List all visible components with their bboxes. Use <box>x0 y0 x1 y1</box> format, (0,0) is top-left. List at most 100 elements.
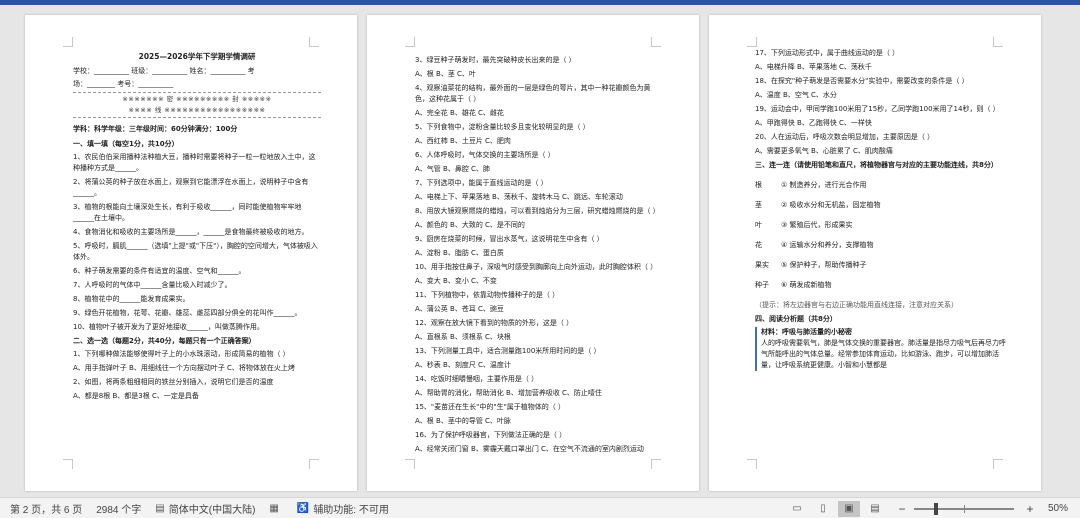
answer-options: A、颜色的 B、大致的 C、是不同的 <box>415 221 525 229</box>
match-organ: 叶 <box>755 221 762 229</box>
match-organ: 茎 <box>755 201 762 209</box>
question-item: 8、植物花中的______能发育成果实。 <box>73 295 190 303</box>
language-label: 简体中文(中国大陆) <box>168 504 256 516</box>
macro-status[interactable]: ▦ <box>269 503 282 514</box>
question-item: 14、吃饭时细嚼慢咽，主要作用是（ ） <box>415 375 539 383</box>
match-function: ② 吸收水分和无机盐，固定植物 <box>781 201 881 209</box>
question-item: 13、下列测量工具中，适合测量跑100米所用时间的是（ ） <box>415 347 601 355</box>
zoom-out-button[interactable]: − <box>896 502 908 516</box>
answer-options: A、电梯升降 B、苹果落地 C、荡秋千 <box>755 63 872 71</box>
reading-material: 材料：呼吸与肺活量的小秘密 人的呼吸需要氧气，肺是气体交换的重要器官。肺活量是指… <box>755 327 1011 371</box>
page-corner-mark <box>993 459 1003 469</box>
question-item: 2、如图，将两条粗细相同的铁丝分别插入，说明它们是否的温度 <box>73 378 274 386</box>
answer-options: A、直根系 B、须根系 C、块根 <box>415 333 511 341</box>
page-1-content: 2025—2026学年下学期学情调研 学校：__________ 班级：____… <box>73 45 321 405</box>
zoom-slider-thumb[interactable] <box>934 502 939 515</box>
answer-options: A、蒲公英 B、苍耳 C、豌豆 <box>415 305 504 313</box>
page-corner-mark <box>747 37 757 47</box>
question-item: 9、绿色开花植物，花萼、花瓣、雄蕊、雌蕊四部分俱全的花叫作______。 <box>73 309 302 317</box>
match-row: 茎 ② 吸收水分和无机盐，固定植物 <box>755 200 1011 211</box>
answer-options: A、秒表 B、刻度尺 C、温度计 <box>415 361 511 369</box>
word-count-status[interactable]: 2984 个字 <box>96 501 141 516</box>
question-item: 1、下列哪种做法能够使得叶子上的小水珠滚动，形成简易的植物（ ） <box>73 350 290 358</box>
question-item: 6、种子萌发需要的条件有适宜的温度、空气和______。 <box>73 267 246 275</box>
match-row: 根 ① 制造养分，进行光合作用 <box>755 180 1011 191</box>
accessibility-status[interactable]: ♿ 辅助功能: 不可用 <box>297 501 389 516</box>
section-heading: 三、连一连（请使用铅笔和直尺，将植物器官与对应的主要功能连线，共8分） <box>755 161 998 169</box>
status-bar: 第 2 页，共 6 页 2984 个字 ▤ 简体中文(中国大陆) ▦ ♿ 辅助功… <box>0 497 1080 518</box>
question-item: 4、食物消化和吸收的主要场所是______，______是食物最终被吸收的地方。 <box>73 228 309 236</box>
answer-options: A、帮助胃的消化，帮助消化 B、增加营养吸收 C、防止噎住 <box>415 389 602 397</box>
accessibility-icon: ♿ <box>296 502 310 514</box>
accessibility-label: 辅助功能: 不可用 <box>313 504 389 516</box>
page-count-status[interactable]: 第 2 页，共 6 页 <box>10 501 82 516</box>
zoom-in-button[interactable]: + <box>1024 502 1036 516</box>
match-row: 花 ④ 运输水分和养分，支撑植物 <box>755 240 1011 251</box>
section-note: （提示：将左边器官与右边正确功能用直线连接，注意对应关系） <box>755 301 958 309</box>
answer-options: A、气管 B、鼻腔 C、肺 <box>415 165 490 173</box>
section-heading: 四、阅读分析题（共8分） <box>755 315 837 323</box>
answer-options: A、需要更多氧气 B、心脏累了 C、肌肉酸痛 <box>755 147 893 155</box>
answer-options: A、根 B、茎中的导管 C、叶脉 <box>415 417 511 425</box>
seal-line-text: ※※※※ 线 ※※※※※※※※※※※※※※※※※ <box>128 106 266 114</box>
exam-title: 2025—2026学年下学期学情调研 <box>138 52 256 61</box>
document-page-3[interactable]: 17、下列运动形式中，属于曲线运动的是（ ） A、电梯升降 B、苹果落地 C、荡… <box>709 15 1041 491</box>
proofing-icon: ▤ <box>155 502 165 514</box>
match-function: ⑤ 保护种子，帮助传播种子 <box>781 261 867 269</box>
view-zoom-controls: ▭ ▯ ▣ ▤ − + 50% <box>782 498 1080 518</box>
match-organ: 果实 <box>755 261 769 269</box>
question-item: 15、"麦苗还在生长"中的"生"属于植物体的（ ） <box>415 403 566 411</box>
page-corner-mark <box>651 459 661 469</box>
page-corner-mark <box>405 37 415 47</box>
print-layout-button[interactable]: ▣ <box>837 500 860 517</box>
zoom-level[interactable]: 50% <box>1048 503 1068 514</box>
answer-options: A、根 B、茎 C、叶 <box>415 70 476 78</box>
answer-options: A、变大 B、变小 C、不变 <box>415 277 497 285</box>
question-item: 10、用手指按住鼻子，深吸气时感受到胸廓向上向外运动，此时胸腔体积（ ） <box>415 263 658 271</box>
question-item: 9、厨房在烧菜的时候，冒出水蒸气，这说明花生中含有（ ） <box>415 235 604 243</box>
question-item: 3、植物的根能向土壤深处生长，有利于吸收______，同时能使植物牢牢地____… <box>73 203 302 222</box>
document-page-1[interactable]: 2025—2026学年下学期学情调研 学校：__________ 班级：____… <box>25 15 357 491</box>
question-item: 5、呼吸时，膈肌______（选填"上提"或"下压"），胸腔的空间增大，气体被吸… <box>73 242 318 261</box>
document-workspace[interactable]: 2025—2026学年下学期学情调研 学校：__________ 班级：____… <box>0 5 1080 497</box>
match-row: 叶 ③ 繁殖后代，形成果实 <box>755 220 1011 231</box>
question-item: 8、用放大镜观察燃烧的蜡烛，可以看到烛焰分为三层，研究蜡烛燃烧的是（ ） <box>415 207 660 215</box>
page-corner-mark <box>651 37 661 47</box>
zoom-slider-center-mark <box>963 504 965 513</box>
match-function: ④ 运输水分和养分，支撑植物 <box>781 241 874 249</box>
answer-options: A、淀粉 B、脂肪 C、蛋白质 <box>415 249 504 257</box>
question-item: 18、在探究"种子萌发是否需要水分"实验中，需要改变的条件是（ ） <box>755 77 969 85</box>
answer-options: A、经常关闭门窗 B、雾霾天戴口罩出门 C、在空气不流通的室内剧烈运动 <box>415 445 644 453</box>
question-item: 3、绿豆种子萌发时，最先突破种皮长出来的是（ ） <box>415 56 576 64</box>
zoom-slider[interactable] <box>913 502 1014 515</box>
proofing-status[interactable]: ▤ 简体中文(中国大陆) <box>155 501 255 516</box>
question-item: 6、人体呼吸时，气体交换的主要场所是（ ） <box>415 151 555 159</box>
question-item: 1、农民伯伯采用播种法种植大豆，播种时需要将种子一粒一粒地放入土中，这种播种方式… <box>73 153 316 172</box>
answer-options: A、甲跑得快 B、乙跑得快 C、一样快 <box>755 119 872 127</box>
student-info-line: 场：________ 考号：__________ <box>73 80 174 88</box>
exam-subtitle: 学科：科学年级：三年级时间：60分钟满分：100分 <box>73 125 238 133</box>
match-organ: 种子 <box>755 281 769 289</box>
match-organ: 花 <box>755 241 762 249</box>
question-item: 11、下列植物中，依靠动物传播种子的是（ ） <box>415 291 560 299</box>
read-mode-button[interactable]: ▯ <box>812 501 834 517</box>
answer-options: A、西红柿 B、土豆片 C、肥肉 <box>415 137 511 145</box>
page-corner-mark <box>309 459 319 469</box>
answer-options: A、用手指弹叶子 B、用细线往一个方向摆动叶子 C、将物体放在火上烤 <box>73 364 295 372</box>
question-item: 7、人呼吸时的气体中______含量比吸入时减少了。 <box>73 281 232 289</box>
page-corner-mark <box>63 37 73 47</box>
document-page-2[interactable]: 3、绿豆种子萌发时，最先突破种皮长出来的是（ ） A、根 B、茎 C、叶 4、观… <box>367 15 699 491</box>
match-function: ① 制造养分，进行光合作用 <box>781 181 867 189</box>
page-3-content: 17、下列运动形式中，属于曲线运动的是（ ） A、电梯升降 B、苹果落地 C、荡… <box>755 48 1011 371</box>
answer-options: A、都是8根 B、都是3根 C、一定是具备 <box>73 392 199 400</box>
web-layout-button[interactable]: ▤ <box>864 501 886 517</box>
question-item: 17、下列运动形式中，属于曲线运动的是（ ） <box>755 49 900 57</box>
material-title: 材料：呼吸与肺活量的小秘密 <box>761 328 852 336</box>
section-heading: 一、填一填（每空1分，共10分） <box>73 140 179 148</box>
answer-options: A、完全花 B、雄花 C、雌花 <box>415 109 504 117</box>
match-row: 种子 ⑥ 萌发成新植物 <box>755 280 1011 291</box>
seal-line-text: ※※※※※※※ 密 ※※※※※※※※※ 封 ※※※※※ <box>122 95 272 103</box>
page-corner-mark <box>993 37 1003 47</box>
focus-mode-button[interactable]: ▭ <box>786 501 808 517</box>
match-function: ③ 繁殖后代，形成果实 <box>781 221 853 229</box>
